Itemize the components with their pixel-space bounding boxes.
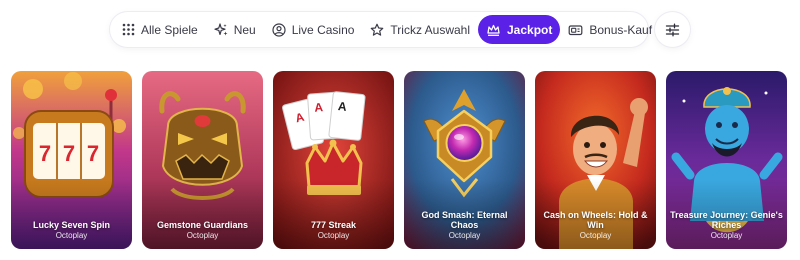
crown-icon bbox=[487, 24, 500, 36]
card-info: 777 Streak Octoplay bbox=[277, 220, 390, 241]
game-provider: Octoplay bbox=[579, 231, 612, 240]
svg-text:7: 7 bbox=[63, 141, 75, 166]
game-title: Lucky Seven Spin bbox=[32, 220, 111, 230]
tab-jackpot[interactable]: Jackpot bbox=[478, 15, 561, 44]
game-provider: Octoplay bbox=[317, 231, 350, 240]
game-provider: Octoplay bbox=[186, 231, 219, 240]
card-info: Treasure Journey: Genie's Riches Octopla… bbox=[670, 210, 783, 241]
tab-bonus-buy[interactable]: Bonus-Kauf bbox=[560, 15, 660, 44]
game-title: God Smash: Eternal Chaos bbox=[421, 210, 508, 230]
game-provider: Octoplay bbox=[55, 231, 88, 240]
grid-icon bbox=[122, 23, 135, 36]
tab-label: Live Casino bbox=[291, 22, 355, 37]
game-title: 777 Streak bbox=[310, 220, 357, 230]
filter-button[interactable] bbox=[655, 12, 690, 47]
tab-live-casino[interactable]: Live Casino bbox=[264, 15, 363, 44]
card-info: God Smash: Eternal Chaos Octoplay bbox=[408, 210, 521, 241]
tab-label: Jackpot bbox=[507, 22, 553, 37]
game-title: Treasure Journey: Genie's Riches bbox=[670, 210, 783, 230]
tab-trickz-selection[interactable]: Trickz Auswahl bbox=[362, 15, 478, 44]
svg-text:A: A bbox=[314, 100, 324, 115]
game-card[interactable]: A A A 777 Streak Octoplay bbox=[273, 71, 394, 249]
game-card[interactable]: God Smash: Eternal Chaos Octoplay bbox=[404, 71, 525, 249]
svg-text:7: 7 bbox=[39, 141, 51, 166]
live-dealer-icon bbox=[272, 22, 286, 37]
tab-all-games[interactable]: Alle Spiele bbox=[114, 15, 206, 44]
game-card[interactable]: Gemstone Guardians Octoplay bbox=[142, 71, 263, 249]
svg-text:A: A bbox=[337, 99, 347, 114]
game-title: Cash on Wheels: Hold & Win bbox=[543, 210, 648, 230]
tab-label: Trickz Auswahl bbox=[390, 22, 470, 37]
tab-label: Neu bbox=[233, 22, 256, 37]
sliders-icon bbox=[665, 23, 680, 36]
game-grid: 7 7 7 Lucky Seven Spin Octoplay Gemstone… bbox=[11, 71, 787, 249]
game-card[interactable]: 7 7 7 Lucky Seven Spin Octoplay bbox=[11, 71, 132, 249]
game-title: Gemstone Guardians bbox=[156, 220, 249, 230]
game-card[interactable]: Treasure Journey: Genie's Riches Octopla… bbox=[666, 71, 787, 249]
star-icon bbox=[371, 23, 384, 36]
card-info: Cash on Wheels: Hold & Win Octoplay bbox=[539, 210, 652, 241]
tab-label: Alle Spiele bbox=[141, 22, 198, 37]
sparkle-icon bbox=[214, 22, 228, 35]
tab-new[interactable]: Neu bbox=[206, 15, 264, 44]
game-provider: Octoplay bbox=[710, 231, 743, 240]
ticket-icon bbox=[568, 24, 583, 35]
card-info: Lucky Seven Spin Octoplay bbox=[15, 220, 128, 241]
game-card[interactable]: Cash on Wheels: Hold & Win Octoplay bbox=[535, 71, 656, 249]
tab-label: Bonus-Kauf bbox=[589, 22, 653, 37]
svg-text:7: 7 bbox=[87, 141, 99, 166]
category-tabs: Alle Spiele Neu Live Casino Trickz Auswa… bbox=[110, 12, 652, 47]
card-info: Gemstone Guardians Octoplay bbox=[146, 220, 259, 241]
game-provider: Octoplay bbox=[448, 231, 481, 240]
